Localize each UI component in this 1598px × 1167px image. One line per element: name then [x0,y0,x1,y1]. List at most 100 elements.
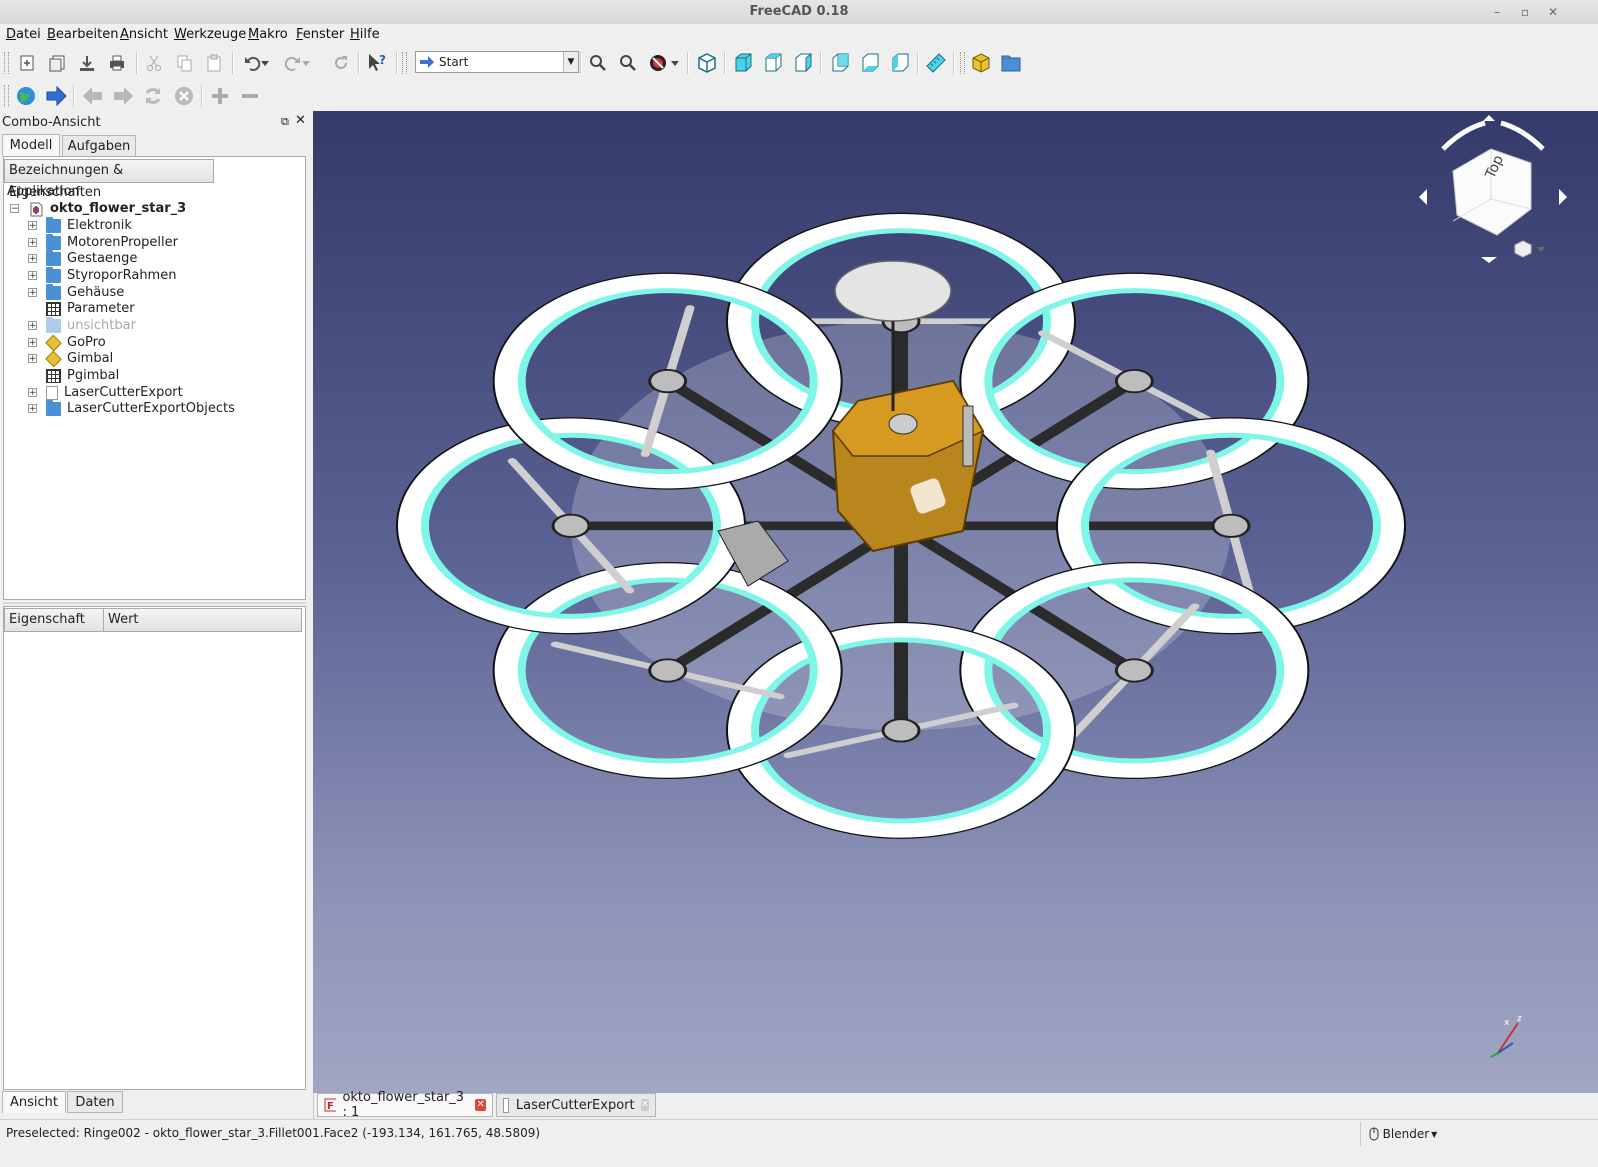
view-right-icon[interactable] [790,51,816,75]
panel-splitter[interactable] [3,602,306,604]
view-top-icon[interactable] [760,51,786,75]
tree-item[interactable]: + StyroporRahmen [28,266,176,284]
create-part-icon[interactable] [968,51,994,75]
expand-icon[interactable]: + [28,354,37,364]
tree-item-hidden[interactable]: + unsichtbar [28,316,136,334]
collapse-icon[interactable]: − [10,204,19,214]
tab-daten[interactable]: Daten [67,1091,123,1113]
close-tab-icon[interactable]: ✕ [640,1099,649,1111]
chevron-down-icon: ▼ [1431,1129,1438,1139]
menu-datei[interactable]: Datei [6,24,41,46]
redo-dropdown-icon[interactable] [299,51,313,75]
property-header-value[interactable]: Wert [103,608,302,632]
globe-icon[interactable] [13,84,39,108]
tab-ansicht[interactable]: Ansicht [2,1091,66,1113]
tree-item[interactable]: + GoPro [28,334,106,351]
menu-werkzeuge[interactable]: Werkzeuge [174,24,246,46]
whats-this-icon[interactable]: ? [364,51,390,75]
view-rear-icon[interactable] [827,51,853,75]
tree-item[interactable]: + Gestaenge [28,249,137,267]
navigation-cube[interactable]: Top [1413,111,1573,271]
toolbar-grip[interactable] [402,52,407,74]
menu-fenster[interactable]: Fenster [296,24,344,46]
measure-distance-icon[interactable] [923,51,949,75]
fit-selection-icon[interactable] [615,51,641,75]
toolbar-grip[interactable] [4,85,9,107]
tab-aufgaben[interactable]: Aufgaben [62,135,136,157]
undo-dropdown-icon[interactable] [258,51,272,75]
view-left-icon[interactable] [887,51,913,75]
doc-tab-lasercutter[interactable]: LaserCutterExport ✕ [496,1093,656,1117]
tree-item[interactable]: + Gehäuse [28,283,124,301]
folder-icon [46,399,61,416]
minimize-button[interactable]: – [1486,2,1508,22]
tree-document-row[interactable]: − okto_flower_star_3 [10,200,186,217]
octocopter-model[interactable] [313,111,1598,1093]
mouse-icon [1369,1127,1379,1141]
toolbar-separator [953,52,955,74]
menu-ansicht[interactable]: Ansicht [120,24,168,46]
3d-viewport[interactable]: Top xz [313,111,1598,1093]
tree-item[interactable]: Pgimbal [46,367,119,384]
expand-icon[interactable]: + [28,404,37,414]
next-icon[interactable] [110,84,136,108]
tab-modell[interactable]: Modell [2,134,60,156]
navcube-menu-icon[interactable] [1513,239,1547,262]
toolbar-separator [917,52,919,74]
expand-icon[interactable]: + [28,338,37,348]
view-front-icon[interactable] [730,51,756,75]
save-icon[interactable] [74,51,100,75]
toolbar-separator [358,52,360,74]
menu-hilfe[interactable]: Hilfe [350,24,380,46]
fit-all-icon[interactable] [585,51,611,75]
close-panel-icon[interactable]: ✕ [295,113,306,128]
doc-tab-model[interactable]: F okto_flower_star_3 : 1 ✕ [317,1090,493,1120]
new-document-icon[interactable] [14,51,40,75]
tree-item[interactable]: Parameter [46,300,135,317]
expand-icon[interactable]: + [28,321,37,331]
expand-icon[interactable]: + [28,221,37,231]
menu-bearbeiten[interactable]: Bearbeiten [47,24,118,46]
stop-icon[interactable] [171,84,197,108]
expand-icon[interactable]: + [28,388,37,398]
zoom-out-icon[interactable] [237,84,263,108]
tree-item[interactable]: + LaserCutterExport [28,384,183,401]
toolbar-grip[interactable] [960,52,965,74]
toolbar-separator [687,52,689,74]
toolbar-separator [232,52,234,74]
open-document-icon[interactable] [44,51,70,75]
menu-makro[interactable]: Makro [248,24,288,46]
paste-icon[interactable] [201,51,227,75]
close-tab-icon[interactable]: ✕ [475,1099,486,1111]
cut-icon[interactable] [141,51,167,75]
tree-item[interactable]: + Gimbal [28,350,113,367]
back-icon[interactable] [80,84,106,108]
forward-arrow-icon[interactable] [43,84,69,108]
tree-item[interactable]: + MotorenPropeller [28,233,178,251]
expand-icon[interactable]: + [28,254,37,264]
float-panel-icon[interactable]: ⧉ [281,115,289,129]
create-group-icon[interactable] [998,51,1024,75]
restore-icon[interactable]: ▫ [1514,2,1536,22]
zoom-in-icon[interactable] [207,84,233,108]
property-header-name[interactable]: Eigenschaft [4,608,104,632]
expand-icon[interactable]: + [28,288,37,298]
reload-icon[interactable] [140,84,166,108]
toolbar-separator [136,52,138,74]
workbench-selector[interactable]: Start ▼ [415,51,579,73]
expand-icon[interactable]: + [28,238,37,248]
tree-item[interactable]: + LaserCutterExportObjects [28,399,235,417]
refresh-icon[interactable] [328,51,354,75]
tree-header[interactable]: Bezeichnungen & Eigenschaften [4,159,214,200]
tree-item[interactable]: + Elektronik [28,216,132,234]
navigation-style-button[interactable]: Blender ▼ [1360,1122,1445,1146]
print-icon[interactable] [104,51,130,75]
close-button[interactable]: ✕ [1542,2,1564,22]
expand-icon[interactable]: + [28,271,37,281]
draw-style-dropdown-icon[interactable] [668,51,682,75]
view-bottom-icon[interactable] [857,51,883,75]
view-isometric-icon[interactable] [694,51,720,75]
copy-icon[interactable] [171,51,197,75]
tree-item-label: LaserCutterExportObjects [67,401,235,416]
toolbar-grip[interactable] [4,52,9,74]
